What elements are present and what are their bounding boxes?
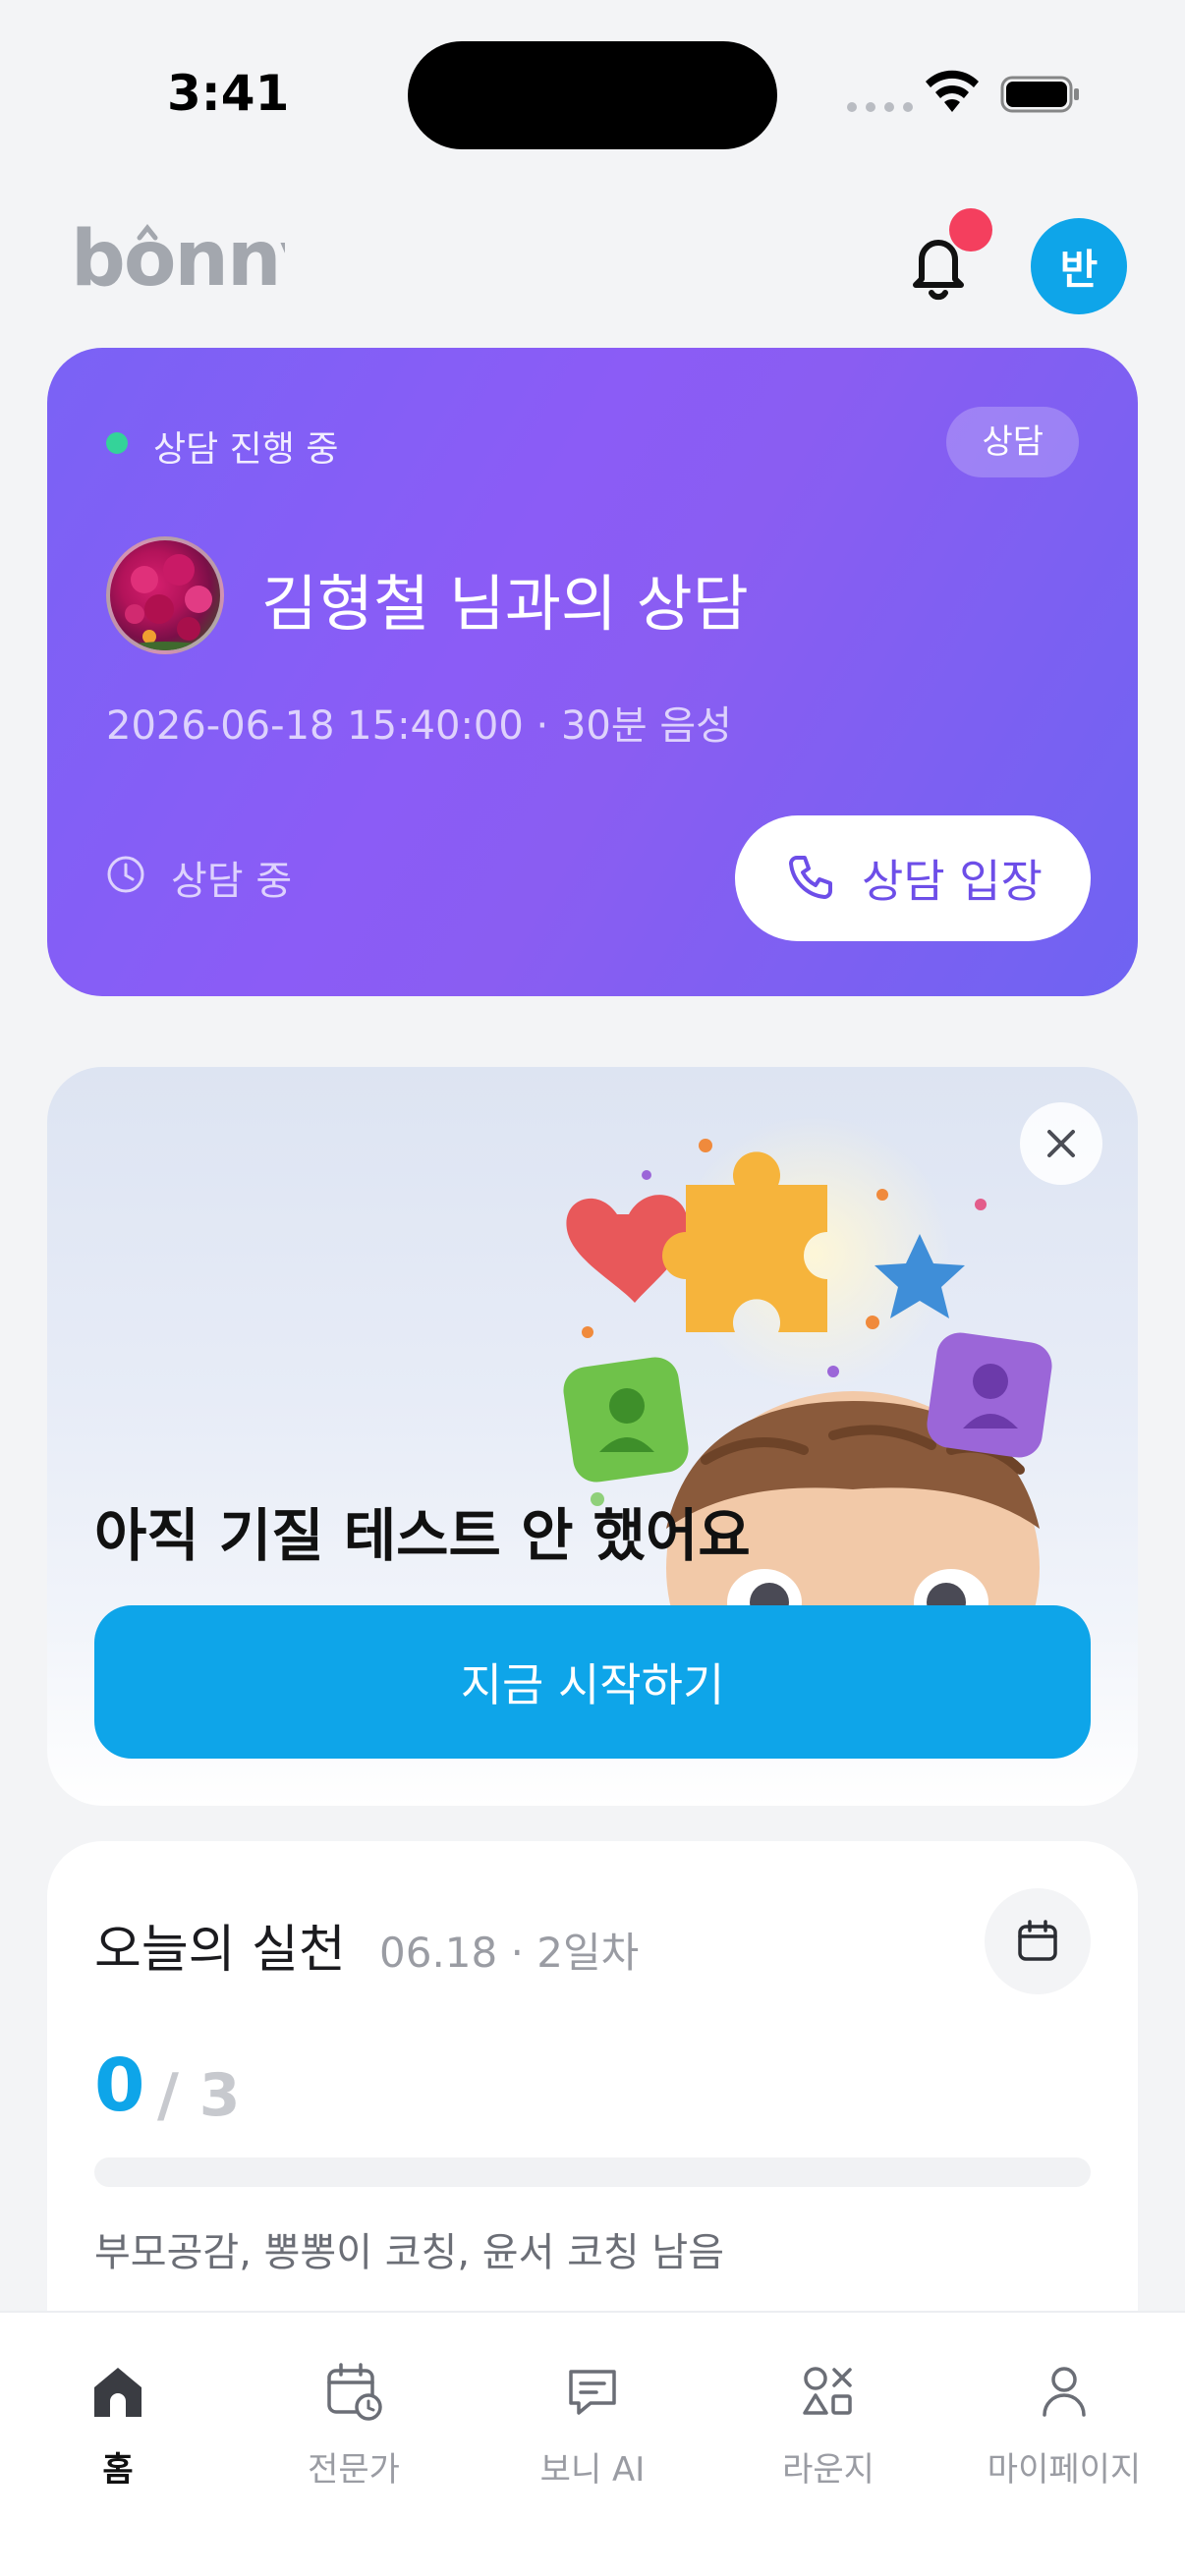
calendar-button[interactable] (985, 1888, 1091, 1994)
live-status-label: 상담 진행 중 (153, 429, 339, 470)
counselor-avatar (106, 536, 224, 654)
nav-item-home[interactable]: 홈 (20, 2362, 216, 2490)
promo-title: 아직 기질 테스트 안 했어요 (94, 1502, 751, 1569)
status-time: 3:41 (167, 65, 290, 122)
shapes-icon (803, 2367, 852, 2415)
home-icon (94, 2368, 141, 2417)
chat-icon (569, 2370, 616, 2415)
phone-icon (789, 856, 833, 899)
consultation-type-badge: 상담 (946, 407, 1079, 477)
enter-consultation-button[interactable]: 상담 입장 (735, 815, 1091, 941)
nav-label-mypage: 마이페이지 (987, 2450, 1142, 2490)
temperament-test-promo-card[interactable]: 아직 기질 테스트 안 했어요 지금 시작하기 (47, 1067, 1138, 1806)
clock-icon (107, 856, 144, 893)
progress-done-count: 0 (94, 2044, 145, 2128)
practice-date-meta: 06.18 · 2일차 (379, 1929, 640, 1977)
profile-avatar[interactable]: 반 (1031, 218, 1127, 314)
nav-item-experts[interactable]: 전문가 (255, 2362, 452, 2490)
status-bar: 3:41 (0, 0, 1185, 177)
close-icon (1047, 1130, 1075, 1157)
wifi-icon (926, 70, 979, 112)
practice-progress-bar (94, 2157, 1091, 2187)
nav-item-lounge[interactable]: 라운지 (730, 2362, 927, 2490)
practice-title: 오늘의 실천 (94, 1921, 346, 1980)
dynamic-island (408, 41, 777, 149)
battery-icon (1000, 76, 1079, 113)
consultation-status: 상담 중 (171, 859, 293, 904)
person-icon (1043, 2367, 1086, 2417)
live-status-dot (106, 432, 128, 454)
nav-label-bonny-ai: 보니 AI (539, 2450, 646, 2490)
calendar-clock-icon (327, 2363, 382, 2421)
start-test-button[interactable]: 지금 시작하기 (94, 1605, 1091, 1759)
consultation-title: 김형철 님과의 상담 (261, 568, 749, 640)
nav-label-lounge: 라운지 (782, 2450, 875, 2490)
cellular-signal-icon (847, 102, 913, 112)
notification-badge (949, 208, 992, 252)
remaining-practices: 부모공감, 뽕뽕이 코칭, 윤서 코칭 남음 (94, 2230, 725, 2275)
bottom-navigation: 홈 전문가 보니 AI 라운지 마이페이지 (0, 2311, 1185, 2576)
bonny-logo: bonny (71, 218, 285, 304)
nav-item-mypage[interactable]: 마이페이지 (966, 2362, 1162, 2490)
svg-text:bonny: bonny (71, 218, 285, 304)
consultation-card[interactable]: 상담 진행 중 상담 김형철 님과의 상담 2026-06-18 15:40:0… (47, 348, 1138, 996)
nav-label-home: 홈 (102, 2450, 134, 2490)
enter-consultation-label: 상담 입장 (862, 855, 1043, 908)
session-info: 2026-06-18 15:40:00 · 30분 음성 (106, 703, 732, 749)
nav-item-bonny-ai[interactable]: 보니 AI (494, 2362, 691, 2490)
nav-label-experts: 전문가 (308, 2450, 400, 2490)
close-promo-button[interactable] (1020, 1102, 1102, 1185)
calendar-icon (1018, 1920, 1057, 1961)
progress-total-count: / 3 (157, 2061, 241, 2130)
